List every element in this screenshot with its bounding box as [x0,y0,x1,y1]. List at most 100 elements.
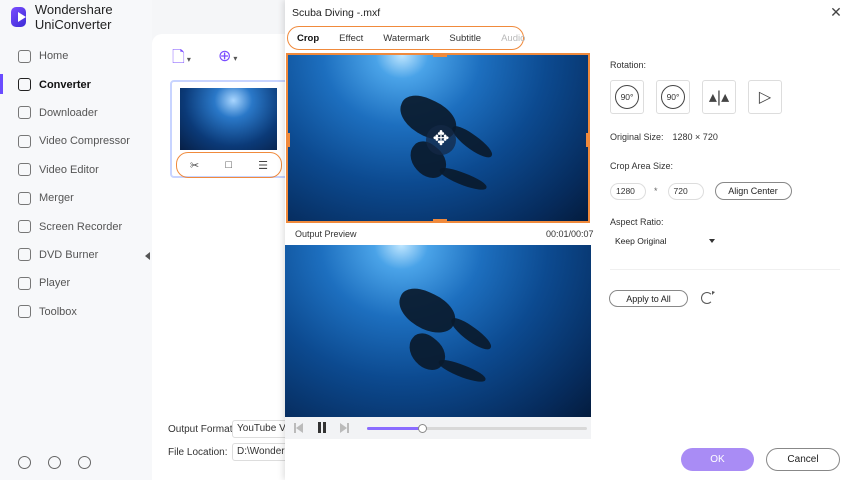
play-icon [18,276,31,290]
rotation-label: Rotation: [610,60,647,70]
flip-vertical-button[interactable]: ▷ [748,80,782,114]
original-size-label: Original Size: [610,132,664,142]
sidebar-item-dvd-burner[interactable]: DVD Burner [0,241,152,269]
grid-icon [18,305,31,319]
crop-area-label: Crop Area Size: [610,161,674,171]
crop-settings: Rotation: 90° 90° ▴|▴ ▷ Original Size: 12… [609,60,840,307]
crop-area-row: 1280 * 720 Align Center [610,182,792,200]
converter-workarea: 🗋▾ ⊕▾ ✂ □ ☰ Output Format: YouTube Vide … [152,34,292,480]
flip-horizontal-button[interactable]: ▴|▴ [702,80,736,114]
original-size: Original Size: 1280 × 720 [610,132,718,142]
sidebar-item-video-compressor[interactable]: Video Compressor [0,127,152,155]
effects-icon[interactable]: ☰ [258,159,268,172]
file-location-field[interactable]: D:\Wondersh [232,443,292,461]
sidebar-item-label: Converter [39,78,91,91]
edit-dialog: Scuba Diving -.mxf ✕ Crop Effect Watermark… [285,0,850,480]
crop-handle-bottom[interactable] [433,219,447,221]
ok-button[interactable]: OK [681,448,754,471]
player-controls [285,417,591,439]
previous-frame-icon[interactable] [294,423,304,433]
converter-icon [18,78,31,92]
crop-times-symbol: * [654,186,658,196]
reset-icon[interactable] [701,291,715,304]
sidebar-item-home[interactable]: Home [0,42,152,70]
sidebar-item-label: Player [39,277,71,290]
sidebar-item-converter[interactable]: Converter [0,70,152,98]
seek-progress [367,427,422,430]
crop-handle-right[interactable] [586,133,588,147]
seek-slider[interactable] [367,424,587,433]
crop-width-input[interactable]: 1280 [610,182,646,200]
crop-handle-left[interactable] [288,133,290,147]
chevron-down-icon: ▾ [186,55,191,64]
sidebar-item-player[interactable]: Player [0,269,152,297]
next-frame-icon[interactable] [340,423,350,433]
file-location-label: File Location: [168,447,228,458]
sidebar-item-label: Video Compressor [39,135,130,148]
video-thumbnail-card[interactable]: ✂ □ ☰ [170,80,290,178]
crop-icon[interactable]: □ [225,159,232,171]
aspect-ratio-select[interactable]: Keep Original [610,233,720,249]
diver-shape [436,356,488,386]
video-frame [285,245,591,417]
tab-effect[interactable]: Effect [339,33,363,44]
app-title: Wondershare UniConverter [11,2,152,32]
original-size-value: 1280 × 720 [672,132,718,142]
add-media-button[interactable]: ⊕ ▾ [218,46,237,66]
add-file-button[interactable]: 🗋 ▾ [172,46,191,73]
sidebar-item-screen-recorder[interactable]: Screen Recorder [0,212,152,240]
help-icon[interactable] [18,456,31,469]
disc-icon [18,248,31,262]
sidebar-item-label: Home [39,50,69,63]
flip-horizontal-icon: ▴|▴ [708,89,730,106]
seek-knob[interactable] [418,424,427,433]
pause-icon[interactable] [317,422,327,433]
rotate-cw-button[interactable]: 90° [656,80,690,114]
apply-to-all-button[interactable]: Apply to All [609,290,688,307]
sidebar-item-label: Merger [39,192,74,205]
crop-handle-top[interactable] [433,55,447,57]
merge-icon [18,191,31,205]
sidebar-item-merger[interactable]: Merger [0,184,152,212]
thumbnail-tools: ✂ □ ☰ [176,152,282,178]
sidebar-nav: Home Converter Downloader Video Compressor V… [0,42,152,326]
feedback-icon[interactable] [78,456,91,469]
sidebar-item-video-editor[interactable]: Video Editor [0,156,152,184]
sidebar-item-toolbox[interactable]: Toolbox [0,298,152,326]
compress-icon [18,134,31,148]
video-thumbnail [180,88,277,150]
align-center-button[interactable]: Align Center [714,182,792,200]
diver-shape [447,314,495,354]
divider [610,269,840,270]
sidebar-item-downloader[interactable]: Downloader [0,99,152,127]
tab-subtitle[interactable]: Subtitle [449,33,481,44]
output-preview-label: Output Preview [295,229,357,239]
sidebar: Wondershare UniConverter Home Converter Do… [0,0,152,480]
flip-vertical-icon: ▷ [758,89,772,106]
scissors-icon [18,163,31,177]
output-preview [285,245,591,417]
output-format-select[interactable]: YouTube Vide [232,420,292,438]
home-icon [18,49,31,63]
rotate-ccw-button[interactable]: 90° [610,80,644,114]
crop-preview[interactable]: ✥ [286,53,590,223]
move-icon[interactable]: ✥ [426,125,456,155]
cancel-button[interactable]: Cancel [766,448,840,471]
downloader-icon [18,106,31,120]
rotate-left-icon: 90° [615,85,639,109]
trim-icon[interactable]: ✂ [190,159,199,172]
dialog-title: Scuba Diving -.mxf [292,7,381,19]
bell-icon[interactable] [48,456,61,469]
tab-crop[interactable]: Crop [297,33,319,44]
tab-watermark[interactable]: Watermark [383,33,429,44]
close-icon[interactable]: ✕ [829,5,843,19]
app-name: Wondershare UniConverter [34,2,113,32]
collapse-sidebar-icon[interactable] [145,252,150,260]
sidebar-bottom-icons [18,456,91,469]
rotate-right-icon: 90° [661,85,685,109]
diver-shape [437,164,489,194]
crop-height-input[interactable]: 720 [667,182,704,200]
app-logo-icon [11,7,26,27]
preview-time: 00:01/00:07 [546,229,594,239]
tab-audio: Audio [501,32,526,44]
